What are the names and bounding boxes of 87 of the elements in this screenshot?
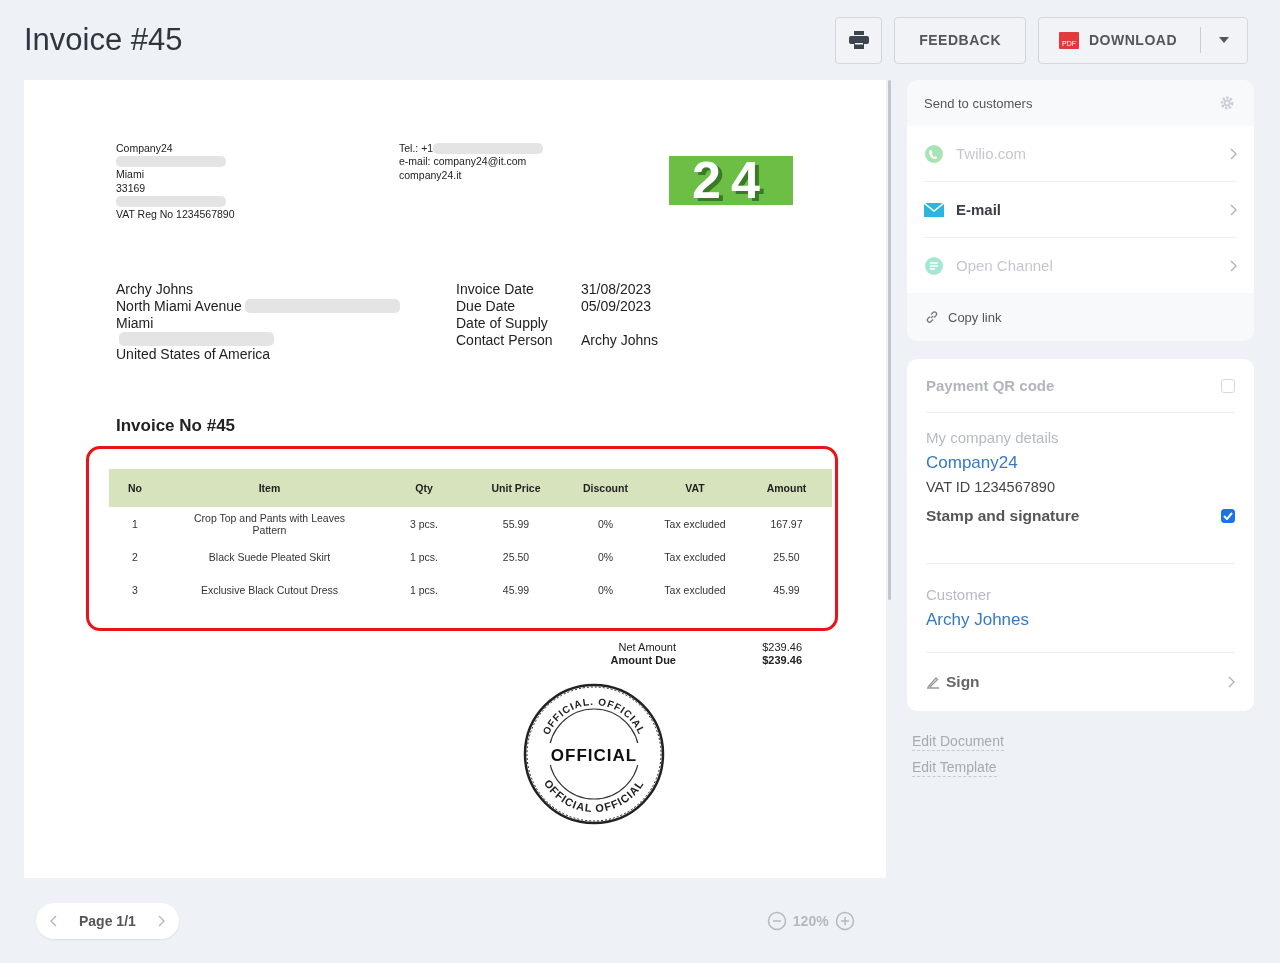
table-cell: 3 pcs. [410,517,438,530]
company-link[interactable]: Company24 [926,453,1235,473]
column-header: Discount [562,469,649,508]
chevron-left-icon[interactable] [50,914,57,927]
table-cell: 45.99 [773,583,800,596]
date-label: Contact Person [456,331,554,349]
zoom-in-icon[interactable] [834,910,855,931]
qr-option-label: Payment QR code [926,377,1055,394]
stamp-option-label: Stamp and signature [926,507,1080,525]
contact-text: Tel.: +1 [399,142,434,156]
chat-bubble-icon [924,255,944,276]
zoom-out-icon[interactable] [766,910,787,931]
column-header: Unit Price [470,469,562,508]
date-label: Invoice Date [456,281,535,298]
column-header: Item [161,469,378,508]
settings-icon[interactable] [1220,96,1234,110]
date-value: Archy Johns [581,331,659,348]
invoice-heading: Invoice No #45 [116,416,237,437]
table-cell: Exclusive Black Cutout Dress [200,583,339,596]
table-cell: 0% [597,550,614,563]
stamp-text: OFFICIAL [550,746,638,766]
channel-item[interactable]: E-mail [924,182,1237,238]
column-header: Amount [741,469,832,508]
table-cell: 55.99 [502,517,530,530]
table-cell: Crop Top and Pants with Leaves Pattern [194,511,345,536]
pen-icon [926,675,940,689]
total-label: Amount Due [609,654,676,668]
print-button[interactable] [835,16,883,64]
checkbox[interactable] [1221,509,1235,523]
table-cell: 167.97 [770,517,803,530]
feedback-button[interactable]: FEEDBACK [894,16,1026,64]
page-title: Invoice #45 [24,22,183,58]
seller-text: Company24 [116,142,173,156]
table-cell: 25.50 [502,550,530,563]
total-value: $239.46 [762,654,802,668]
date-value: 05/09/2023 [581,298,652,314]
link-icon [925,310,939,324]
seller-text: VAT Reg No 1234567890 [116,207,235,222]
caret-icon[interactable] [1219,37,1229,43]
zoom-level: 120% [792,912,829,929]
column-header: VAT [649,469,741,508]
contact-text: company24.it [399,168,462,182]
table-cell: 3 [132,583,138,596]
total-value: $239.46 [762,641,802,655]
table-cell: 1 [132,517,138,530]
table-cell: Tax excluded [664,517,726,530]
sign-button[interactable]: Sign [926,653,1235,711]
customer-text: Miami [116,314,154,332]
chevron-right-icon[interactable] [157,914,165,927]
page-indicator: Page 1/1 [79,912,136,929]
customer-text: Archy Johns [116,281,194,298]
table-cell: 2 [132,550,138,563]
card-title: Send to customers [924,95,1033,111]
table-cell: 25.50 [773,550,800,563]
customer-link[interactable]: Archy Johnes [926,610,1235,630]
table-cell: 1 pcs. [410,550,438,563]
table-cell: 0% [597,517,614,530]
total-label: Net Amount [617,641,676,655]
table-cell: Tax excluded [664,583,726,596]
envelope-icon [924,202,944,217]
printer-icon [848,31,869,49]
date-label: Date of Supply [456,314,549,332]
seller-text: Miami [116,168,144,182]
column-header: No [109,469,161,508]
date-value: 31/08/2023 [581,281,652,298]
chevron-right-icon [1230,203,1237,216]
phone-bubble-icon [924,143,944,164]
seller-text: 33169 [116,181,146,195]
chevron-right-icon [1228,676,1235,688]
table-cell: 0% [597,583,614,596]
contact-text: e-mail: company24@it.com [399,155,527,169]
download-label: DOWNLOAD [1089,32,1178,48]
section-label: My company details [926,429,1060,446]
customer-text: United States of America [116,345,271,363]
customer-text: North Miami Avenue [116,298,242,315]
table-cell: 1 pcs. [410,583,438,596]
vat-text: VAT ID 1234567890 [926,479,1056,495]
column-header: Qty [378,469,470,508]
copy-link-button[interactable]: Copy link [907,293,1254,341]
table-cell: Black Suede Pleated Skirt [208,550,331,563]
chevron-right-icon [1230,147,1237,160]
date-label: Due Date [456,298,517,315]
chevron-right-icon [1230,259,1237,272]
table-cell: Tax excluded [664,550,726,563]
section-label: Customer [926,586,993,603]
table-cell: 45.99 [502,583,530,596]
company-logo: 24 [669,156,793,205]
